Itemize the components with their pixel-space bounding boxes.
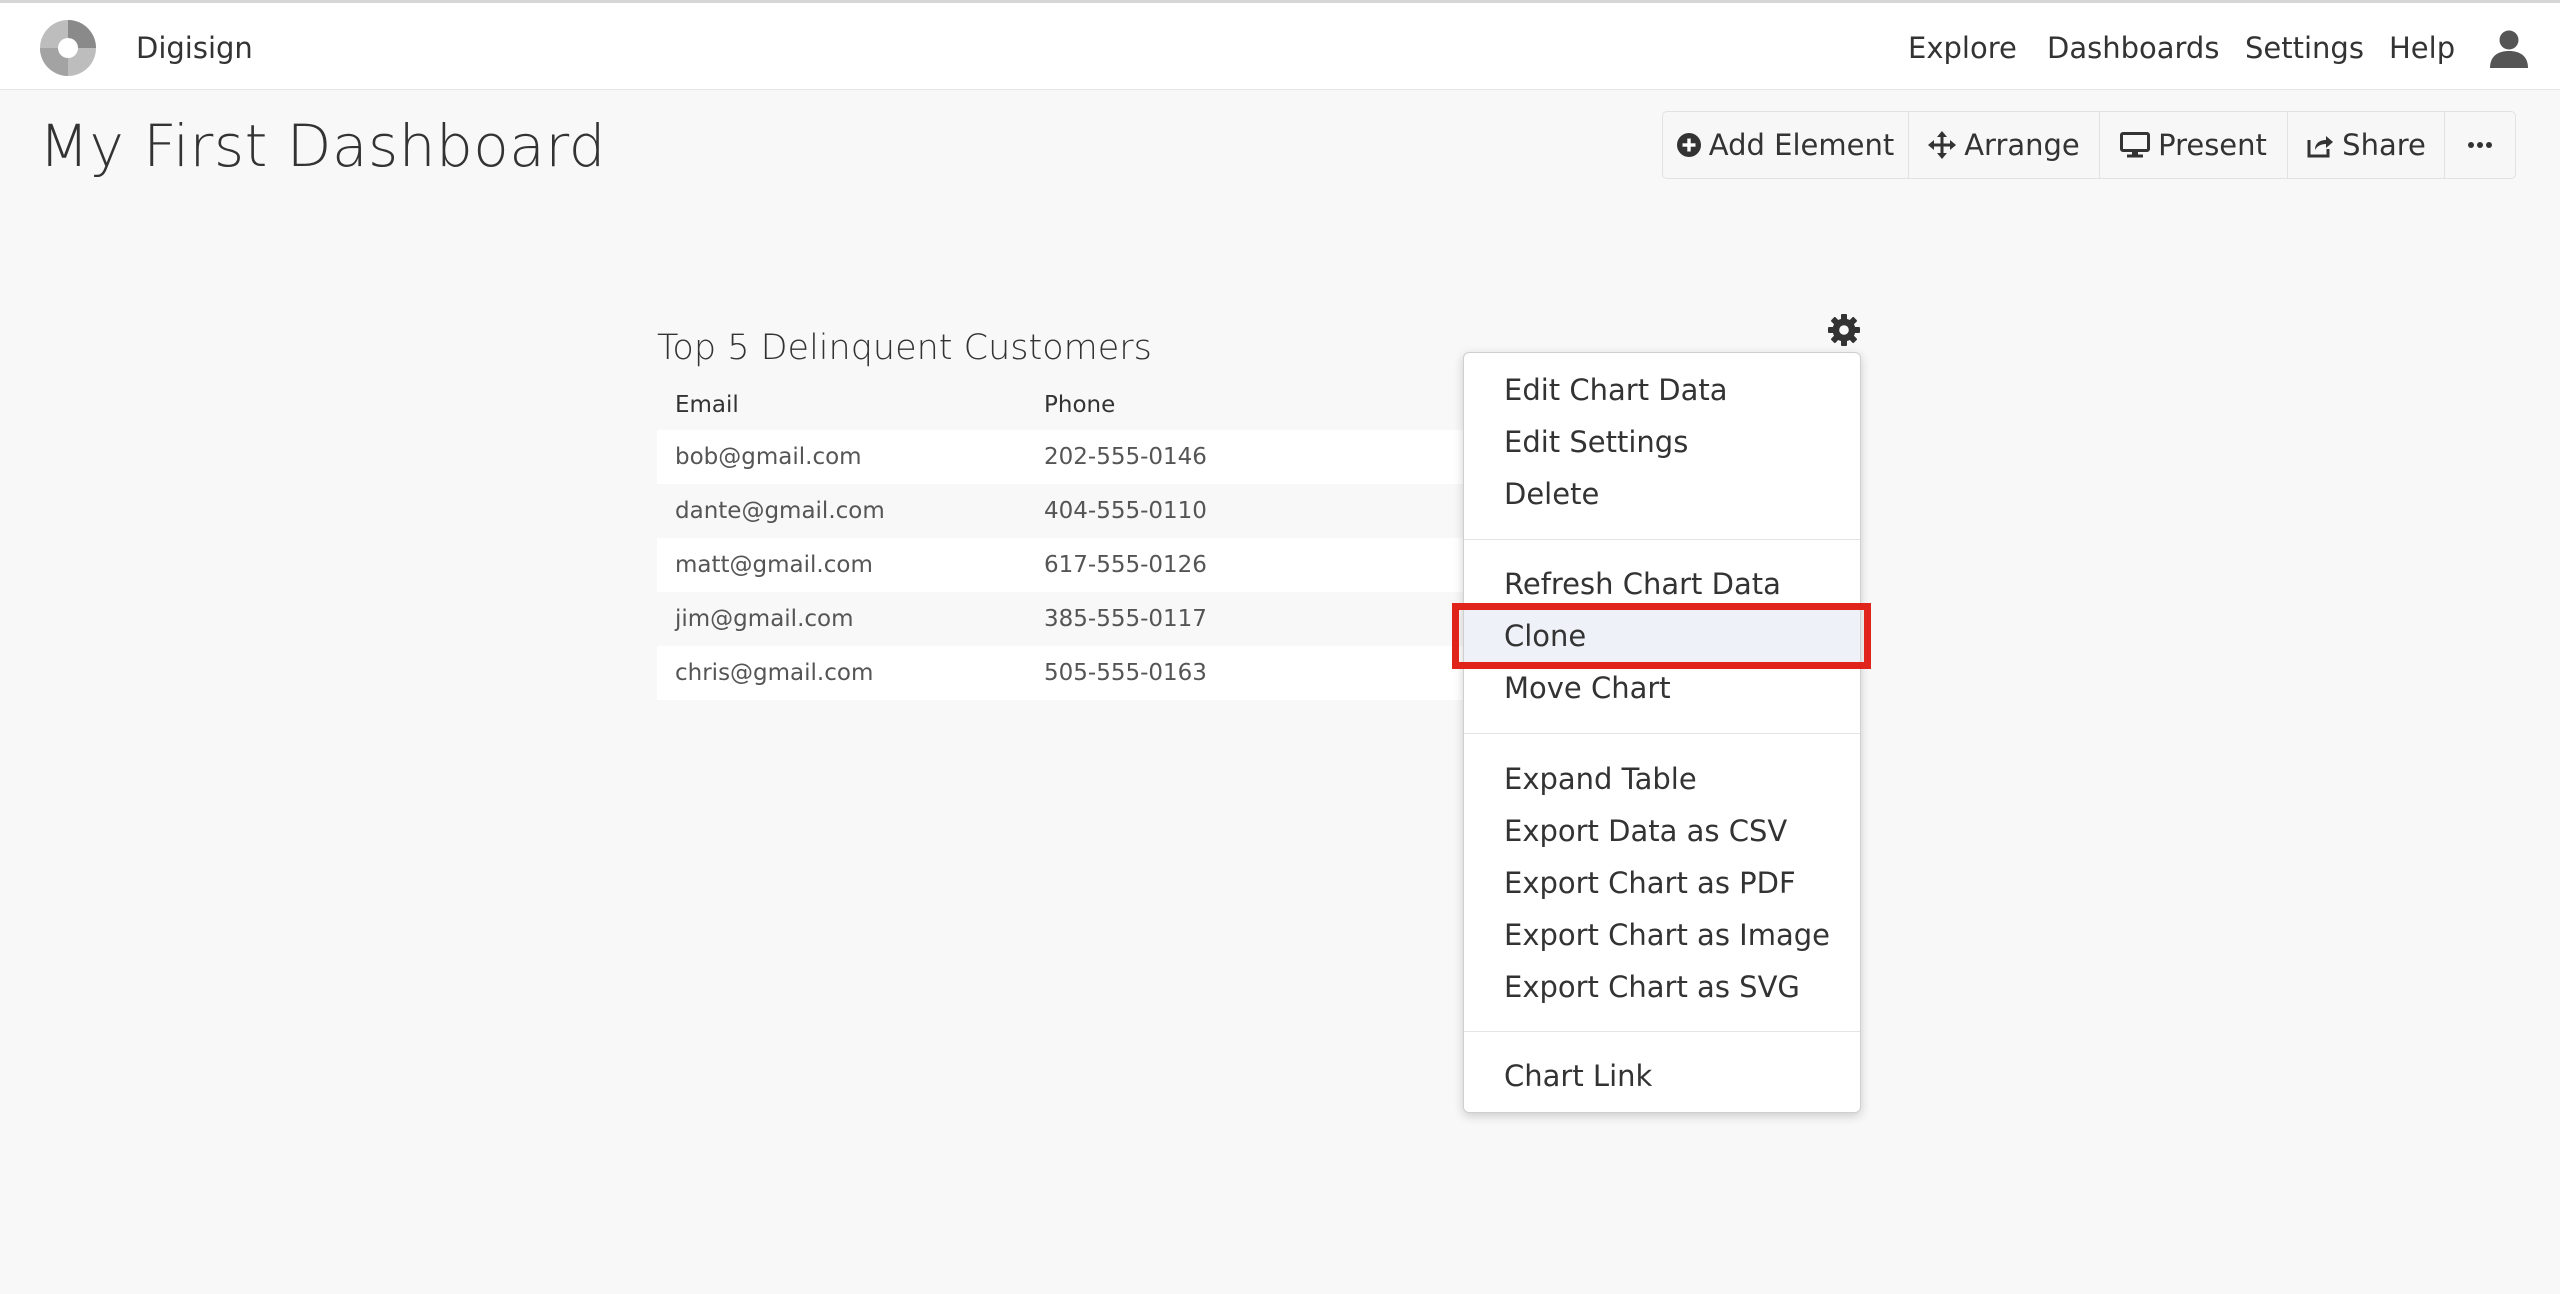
- cell-email: chris@gmail.com: [675, 660, 874, 686]
- nav-help[interactable]: Help: [2389, 29, 2455, 67]
- cell-email: matt@gmail.com: [675, 552, 873, 578]
- cell-phone: 505-555-0163: [1044, 660, 1207, 686]
- nav-dashboards[interactable]: Dashboards: [2047, 29, 2219, 67]
- menu-item-edit-settings[interactable]: Edit Settings: [1464, 416, 1860, 468]
- add-element-button[interactable]: Add Element: [1663, 112, 1909, 178]
- present-button[interactable]: Present: [2100, 112, 2288, 178]
- menu-item-export-data-csv[interactable]: Export Data as CSV: [1464, 805, 1860, 857]
- nav-explore[interactable]: Explore: [1908, 29, 2017, 67]
- menu-item-edit-chart-data[interactable]: Edit Chart Data: [1464, 364, 1860, 416]
- widget-title: Top 5 Delinquent Customers: [657, 328, 1152, 368]
- menu-separator: [1464, 733, 1860, 734]
- digisign-logo-icon[interactable]: [39, 19, 97, 77]
- more-options-button[interactable]: [2445, 112, 2515, 178]
- table-header: Email Phone: [657, 380, 1477, 430]
- column-header-email: Email: [675, 392, 739, 418]
- arrange-button[interactable]: Arrange: [1909, 112, 2100, 178]
- arrange-label: Arrange: [1964, 128, 2080, 162]
- table-row: dante@gmail.com 404-555-0110: [657, 484, 1477, 538]
- page-title: My First Dashboard: [39, 112, 606, 180]
- table-row: chris@gmail.com 505-555-0163: [657, 646, 1477, 700]
- cell-email: jim@gmail.com: [675, 606, 854, 632]
- present-label: Present: [2158, 128, 2267, 162]
- menu-item-chart-link[interactable]: Chart Link: [1464, 1050, 1860, 1102]
- cell-phone: 202-555-0146: [1044, 444, 1207, 470]
- monitor-icon: [2120, 132, 2151, 158]
- chart-options-menu: Edit Chart Data Edit Settings Delete Ref…: [1463, 352, 1861, 1113]
- move-arrows-icon: [1928, 131, 1957, 159]
- menu-item-export-chart-image[interactable]: Export Chart as Image: [1464, 909, 1860, 961]
- share-label: Share: [2342, 128, 2426, 162]
- dashboard-toolbar: Add Element Arrange Present Share: [1662, 111, 2516, 179]
- ellipsis-icon: [2468, 142, 2492, 148]
- user-icon[interactable]: [2488, 27, 2530, 69]
- cell-email: bob@gmail.com: [675, 444, 862, 470]
- cell-email: dante@gmail.com: [675, 498, 885, 524]
- gear-icon[interactable]: [1827, 313, 1861, 347]
- table-row: bob@gmail.com 202-555-0146: [657, 430, 1477, 484]
- menu-item-delete[interactable]: Delete: [1464, 468, 1860, 520]
- plus-circle-icon: [1676, 133, 1701, 157]
- brand-name[interactable]: Digisign: [136, 29, 253, 67]
- share-button[interactable]: Share: [2288, 112, 2445, 178]
- column-header-phone: Phone: [1044, 392, 1116, 418]
- add-element-label: Add Element: [1708, 128, 1895, 162]
- menu-separator: [1464, 539, 1860, 540]
- menu-item-export-chart-pdf[interactable]: Export Chart as PDF: [1464, 857, 1860, 909]
- top-navbar: Digisign Explore Dashboards Settings Hel…: [0, 0, 2560, 90]
- menu-item-export-chart-svg[interactable]: Export Chart as SVG: [1464, 961, 1860, 1013]
- customers-table: Email Phone bob@gmail.com 202-555-0146 d…: [657, 380, 1477, 700]
- menu-separator: [1464, 1031, 1860, 1032]
- menu-item-expand-table[interactable]: Expand Table: [1464, 753, 1860, 805]
- cell-phone: 617-555-0126: [1044, 552, 1207, 578]
- cell-phone: 404-555-0110: [1044, 498, 1207, 524]
- table-row: jim@gmail.com 385-555-0117: [657, 592, 1477, 646]
- nav-settings[interactable]: Settings: [2245, 29, 2364, 67]
- menu-item-clone[interactable]: Clone: [1464, 610, 1860, 662]
- share-icon: [2307, 136, 2334, 158]
- cell-phone: 385-555-0117: [1044, 606, 1207, 632]
- menu-item-move-chart[interactable]: Move Chart: [1464, 662, 1860, 714]
- table-row: matt@gmail.com 617-555-0126: [657, 538, 1477, 592]
- menu-item-refresh-chart-data[interactable]: Refresh Chart Data: [1464, 558, 1860, 610]
